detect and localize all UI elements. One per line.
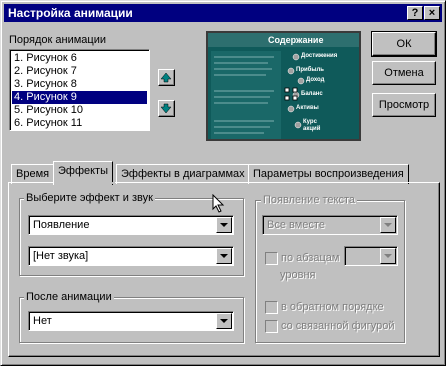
help-icon: ? [411, 7, 419, 19]
ok-button[interactable]: ОК [371, 31, 437, 57]
close-icon: × [428, 7, 436, 19]
list-item[interactable]: 4. Рисунок 9 [12, 91, 147, 104]
list-item[interactable]: 3. Рисунок 8 [12, 78, 147, 91]
preview-button[interactable]: Просмотр [372, 93, 436, 117]
preview-item: Курс акций [303, 119, 321, 132]
effect-select[interactable]: Появление [28, 215, 234, 235]
slide-preview: Содержание Достижения Прибыль Доход Бала… [206, 31, 361, 141]
sound-select-value: [Нет звука] [33, 250, 89, 262]
chevron-down-icon[interactable] [380, 248, 396, 264]
preview-item: Доход [306, 77, 325, 83]
reverse-order-label: в обратном порядке [281, 301, 384, 313]
effect-sound-group-label: Выберите эффект и звук [24, 192, 155, 204]
help-button[interactable]: ? [407, 6, 423, 20]
paragraph-level-select[interactable] [344, 246, 398, 266]
slide-preview-graphic [208, 33, 359, 139]
preview-heading: Содержание [268, 35, 324, 45]
arrow-down-icon [160, 103, 172, 114]
title-bar[interactable]: Настройка анимации ? × [4, 4, 442, 22]
effect-select-value: Появление [33, 219, 90, 231]
list-item[interactable]: 6. Рисунок 11 [12, 117, 147, 130]
move-up-button[interactable] [158, 69, 175, 86]
list-item[interactable]: 1. Рисунок 6 [12, 52, 147, 65]
preview-item: Прибыль [296, 67, 324, 73]
cancel-button[interactable]: Отмена [372, 61, 436, 85]
dialog-window: Настройка анимации ? × Порядок анимации … [0, 0, 446, 366]
tab-playback-settings[interactable]: Параметры воспроизведения [248, 164, 409, 184]
preview-item: Достижения [301, 53, 338, 59]
arrow-up-icon [160, 72, 172, 83]
animation-order-list[interactable]: 1. Рисунок 6 2. Рисунок 7 3. Рисунок 8 4. Р… [9, 49, 150, 131]
chevron-down-icon[interactable] [380, 217, 396, 233]
move-down-button[interactable] [158, 100, 175, 117]
sound-select[interactable]: [Нет звука] [28, 246, 234, 266]
list-item[interactable]: 5. Рисунок 10 [12, 104, 147, 117]
window-title: Настройка анимации [8, 6, 133, 20]
by-paragraph-checkbox[interactable] [265, 252, 278, 265]
preview-item: Активы [296, 105, 319, 111]
close-button[interactable]: × [424, 6, 440, 20]
mouse-cursor-icon [212, 194, 225, 213]
active-tab-joint [54, 182, 115, 184]
preview-item: Баланс [301, 91, 323, 97]
chevron-down-icon[interactable] [216, 217, 232, 233]
text-mode-select[interactable]: Все вместе [262, 215, 398, 235]
tab-chart-effects[interactable]: Эффекты в диаграммах [116, 164, 250, 184]
levels-label: уровня [280, 269, 316, 281]
attached-shape-label: со связанной фигурой [281, 320, 395, 332]
chevron-down-icon[interactable] [216, 313, 232, 329]
after-animation-group-label: После анимации [24, 291, 114, 303]
reverse-order-checkbox[interactable] [265, 301, 278, 314]
order-label: Порядок анимации [9, 34, 106, 46]
after-animation-value: Нет [33, 315, 52, 327]
text-mode-value: Все вместе [267, 219, 325, 231]
chevron-down-icon[interactable] [216, 248, 232, 264]
tab-timing[interactable]: Время [11, 164, 55, 184]
attached-shape-checkbox[interactable] [265, 320, 278, 333]
by-paragraph-label: по абзацам [281, 252, 340, 264]
text-appearance-group-label: Появление текста [261, 194, 358, 206]
after-animation-select[interactable]: Нет [28, 311, 234, 331]
list-item[interactable]: 2. Рисунок 7 [12, 65, 147, 78]
